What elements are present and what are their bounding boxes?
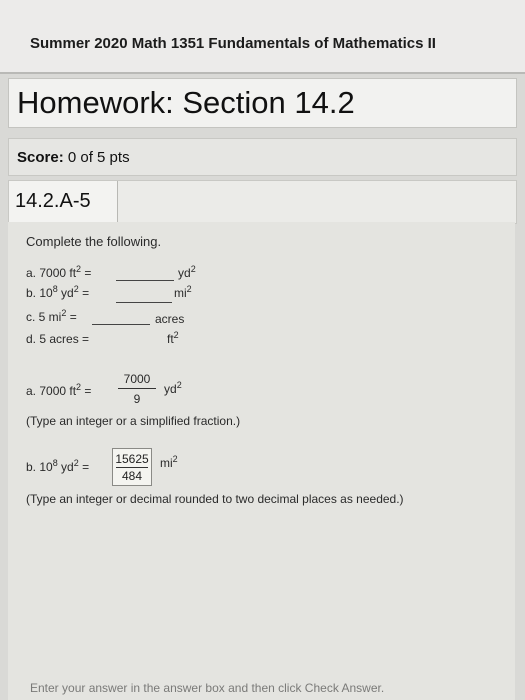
- item-b-unit: mi2: [174, 284, 192, 301]
- homework-title: Homework: Section 14.2: [17, 85, 355, 120]
- item-a-left: a. 7000 ft2 =: [26, 264, 92, 281]
- item-b-blank: [116, 302, 172, 303]
- item-a-unit: yd2: [178, 264, 196, 281]
- score: Score: 0 of 5 pts: [17, 149, 130, 166]
- answer-b-fraction-bar: [116, 467, 148, 468]
- answer-a-hint: (Type an integer or a simplified fractio…: [26, 414, 241, 428]
- answer-b-unit: mi2: [160, 454, 178, 471]
- answer-b-hint: (Type an integer or decimal rounded to t…: [26, 492, 404, 506]
- answer-b-left: b. 108 yd2 =: [26, 458, 90, 475]
- score-bar: Score: 0 of 5 pts: [8, 138, 517, 176]
- question-id: 14.2.A-5: [15, 190, 91, 212]
- answer-b-denominator: 484: [121, 469, 143, 483]
- answer-b-numerator: 15625: [115, 452, 149, 466]
- question-content: Complete the following. a. 7000 ft2 = yd…: [8, 222, 515, 700]
- item-b-left: b. 108 yd2 =: [26, 284, 90, 301]
- course-title: Summer 2020 Math 1351 Fundamentals of Ma…: [30, 35, 436, 52]
- question-id-box: 14.2.A-5: [9, 181, 118, 223]
- answer-a-numerator[interactable]: 7000: [120, 372, 154, 386]
- item-a-blank: [116, 280, 174, 281]
- item-c-left: c. 5 mi2 =: [26, 308, 77, 325]
- answer-b-box[interactable]: 15625 484: [112, 448, 152, 486]
- homework-header: Homework: Section 14.2: [8, 78, 517, 128]
- item-c-blank: [92, 324, 150, 325]
- item-d-unit: ft2: [167, 330, 179, 347]
- question-header: 14.2.A-5: [8, 180, 517, 224]
- score-value: 0 of 5 pts: [67, 149, 130, 166]
- answer-a-unit: yd2: [164, 380, 182, 397]
- course-header: Summer 2020 Math 1351 Fundamentals of Ma…: [0, 0, 525, 74]
- prompt-text: Complete the following.: [26, 234, 162, 249]
- item-d-left: d. 5 acres =: [26, 332, 90, 346]
- item-c-unit: acres: [155, 312, 185, 326]
- answer-a-left: a. 7000 ft2 =: [26, 382, 92, 399]
- answer-a-fraction-bar: [118, 388, 156, 389]
- score-label: Score:: [17, 149, 64, 166]
- footer-instruction: Enter your answer in the answer box and …: [30, 681, 385, 695]
- answer-a-denominator[interactable]: 9: [120, 392, 154, 406]
